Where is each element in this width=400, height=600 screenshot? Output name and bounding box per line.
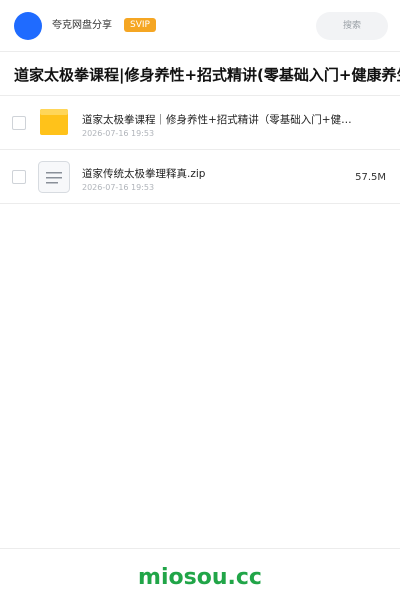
search-placeholder: 搜索 xyxy=(342,21,361,31)
zip-file-icon xyxy=(38,161,70,193)
share-title-bar: 道家太极拳课程|修身养性+招式精讲(零基础入门+健康养生) xyxy=(0,53,400,96)
page-title: 道家太极拳课程|修身养性+招式精讲(零基础入门+健康养生) xyxy=(14,66,400,84)
vip-badge: SVIP xyxy=(124,18,156,32)
file-date: 2026-07-16 19:53 xyxy=(82,183,155,192)
avatar[interactable] xyxy=(14,12,42,40)
file-name[interactable]: 道家传统太极拳理释真.zip xyxy=(82,167,362,181)
select-checkbox[interactable] xyxy=(12,170,26,184)
header-bar: 夸克网盘分享 SVIP 搜索 xyxy=(0,0,400,52)
share-user-name: 夸克网盘分享 xyxy=(52,20,112,31)
file-row-folder[interactable]: 道家太极拳课程｜修身养性+招式精讲（零基础入门+健康养生） 2026-07-16… xyxy=(0,96,400,150)
footer-bar: miosou.cc xyxy=(0,548,400,600)
file-name[interactable]: 道家太极拳课程｜修身养性+招式精讲（零基础入门+健康养生） xyxy=(82,113,362,127)
file-row-zip[interactable]: 道家传统太极拳理释真.zip 2026-07-16 19:53 57.5M xyxy=(0,150,400,204)
folder-icon xyxy=(38,107,70,139)
file-size: 57.5M xyxy=(355,172,386,183)
search-input[interactable]: 搜索 xyxy=(316,12,388,40)
select-checkbox[interactable] xyxy=(12,116,26,130)
brand-logo-text[interactable]: miosou.cc xyxy=(0,563,400,593)
file-date: 2026-07-16 19:53 xyxy=(82,129,155,138)
